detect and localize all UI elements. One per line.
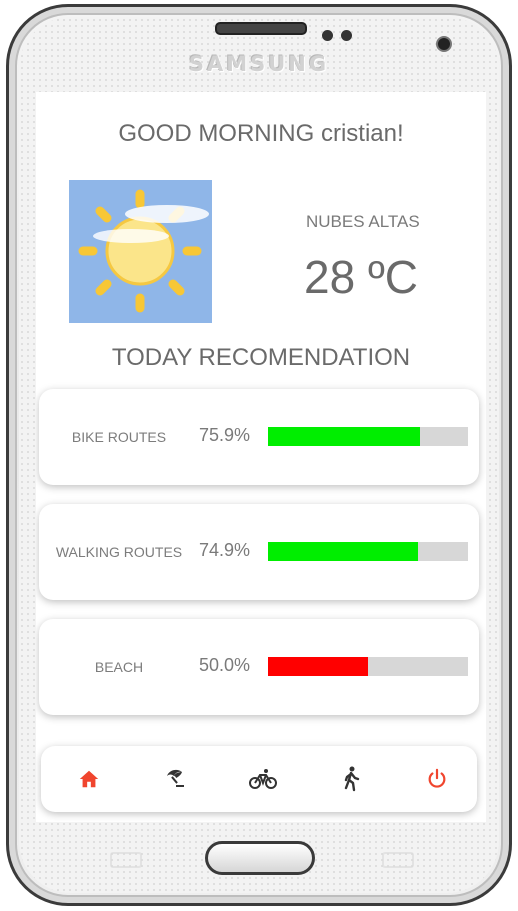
app-screen: GOOD MORNING cristian! NUBES ALTAS 28 ºC… (36, 92, 486, 822)
back-soft-key[interactable] (382, 852, 414, 868)
recommendation-title: TODAY RECOMENDATION (111, 344, 411, 371)
recommendation-label: WALKING ROUTES (55, 544, 183, 560)
bottom-nav-bar (41, 746, 477, 812)
weather-condition: NUBES ALTAS (306, 212, 420, 231)
progress-bar-fill (268, 542, 418, 561)
power-icon[interactable] (422, 764, 452, 794)
progress-bar-fill (268, 427, 420, 446)
beach-umbrella-icon[interactable] (160, 764, 190, 794)
earpiece-speaker (215, 22, 307, 35)
proximity-sensor (322, 30, 333, 41)
progress-bar-fill (268, 657, 368, 676)
sun-with-clouds-icon (69, 180, 212, 323)
temperature: 28 ºC (304, 251, 418, 303)
light-sensor (341, 30, 352, 41)
recommendation-card-beach[interactable]: BEACH 50.0% (39, 619, 479, 715)
walking-person-icon[interactable] (336, 764, 366, 794)
recommendation-percent: 50.0% (199, 655, 251, 675)
home-icon[interactable] (74, 764, 104, 794)
recommendation-percent: 75.9% (199, 425, 251, 445)
recommendation-card-bike[interactable]: BIKE ROUTES 75.9% (39, 389, 479, 485)
home-hardware-button[interactable] (205, 841, 315, 875)
front-camera (436, 36, 452, 52)
bicycle-icon[interactable] (248, 764, 278, 794)
greeting-text: GOOD MORNING cristian! (118, 120, 404, 147)
recommendation-percent: 74.9% (199, 540, 251, 560)
progress-bar-track (268, 542, 468, 561)
device-brand: SAMSUNG (188, 52, 330, 76)
recommendation-label: BEACH (94, 659, 144, 675)
recommendation-label: BIKE ROUTES (71, 429, 167, 445)
menu-soft-key[interactable] (110, 852, 142, 868)
progress-bar-track (268, 657, 468, 676)
progress-bar-track (268, 427, 468, 446)
recommendation-card-walking[interactable]: WALKING ROUTES 74.9% (39, 504, 479, 600)
